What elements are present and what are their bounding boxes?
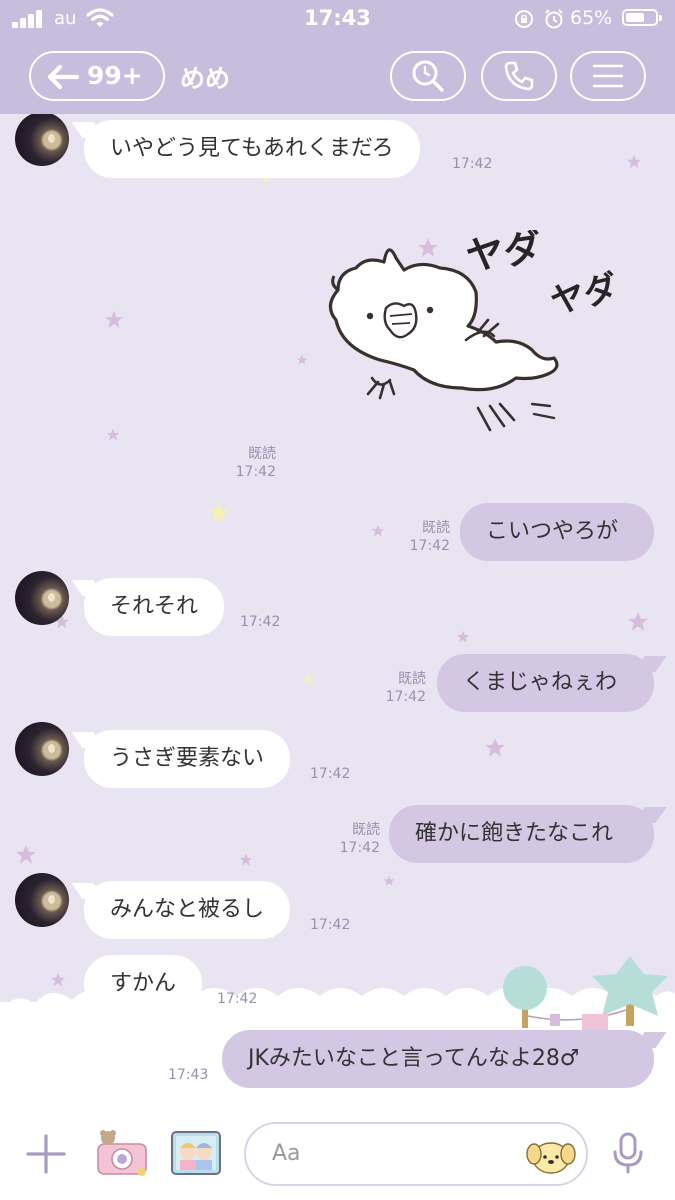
- message-text: 確かに飽きたなこれ: [415, 821, 614, 846]
- status-bar: au 17:43 65%: [0, 0, 675, 38]
- incoming-message[interactable]: すかん: [84, 955, 203, 1013]
- microphone-icon[interactable]: [612, 1132, 644, 1174]
- message-text: こいつやろが: [486, 519, 619, 544]
- message-text: くまじゃねぇわ: [463, 670, 618, 695]
- message-time: 17:42: [217, 991, 258, 1007]
- message-meta: 既読 17:42: [318, 821, 380, 857]
- plus-icon[interactable]: [26, 1134, 66, 1174]
- search-button[interactable]: [390, 51, 466, 101]
- contact-avatar[interactable]: [15, 722, 69, 776]
- battery-percent: 65%: [570, 7, 613, 29]
- chat-title: めめ: [180, 64, 231, 93]
- message-time: 17:42: [385, 689, 426, 705]
- sticker-message[interactable]: ヤダ ヤダ: [318, 230, 638, 470]
- message-time: 17:42: [409, 538, 450, 554]
- white-creature-sticker: [328, 248, 559, 432]
- message-time: 17:42: [310, 766, 351, 782]
- message-text: すかん: [110, 971, 177, 996]
- message-time: 17:42: [310, 917, 351, 933]
- menu-button[interactable]: [570, 51, 646, 101]
- message-text: うさぎ要素ない: [110, 746, 265, 771]
- camera-icon[interactable]: [94, 1128, 150, 1178]
- message-time: 17:42: [339, 840, 380, 856]
- message-text: いやどう見てもあれくまだろ: [110, 136, 394, 161]
- unread-count: 99+: [87, 61, 143, 90]
- battery-icon: [622, 9, 662, 26]
- message-meta: 既読 17:42: [388, 519, 450, 555]
- outgoing-message[interactable]: くまじゃねぇわ: [437, 654, 654, 712]
- input-bar: Aa: [0, 1100, 675, 1200]
- contact-avatar[interactable]: [15, 873, 69, 927]
- message-input[interactable]: Aa: [244, 1122, 588, 1186]
- search-icon: [412, 60, 444, 92]
- outgoing-message[interactable]: こいつやろが: [460, 503, 654, 561]
- alarm-icon: [545, 9, 563, 29]
- incoming-message[interactable]: うさぎ要素ない: [84, 730, 291, 788]
- contact-avatar[interactable]: [15, 114, 69, 166]
- incoming-message[interactable]: いやどう見てもあれくまだろ: [84, 120, 420, 178]
- message-text: JKみたいなこと言ってんなよ28♂: [248, 1046, 580, 1071]
- orientation-lock-icon: [515, 10, 533, 28]
- outgoing-message[interactable]: 確かに飽きたなこれ: [389, 805, 654, 863]
- chat-area[interactable]: いやどう見てもあれくまだろ 17:42 ヤダ ヤダ 既読 17:42 こいつやろ…: [0, 114, 675, 1100]
- contact-avatar[interactable]: [15, 571, 69, 625]
- message-time: 17:42: [240, 614, 281, 630]
- call-button[interactable]: [481, 51, 557, 101]
- menu-icon: [593, 64, 623, 88]
- phone-icon: [504, 61, 534, 91]
- read-receipt: 既読: [248, 446, 276, 462]
- read-receipt: 既読: [398, 671, 426, 687]
- back-button[interactable]: 99+: [29, 51, 165, 101]
- outgoing-message[interactable]: JKみたいなこと言ってんなよ28♂: [222, 1030, 654, 1088]
- read-receipt: 既読: [352, 822, 380, 838]
- photo-icon[interactable]: [170, 1130, 222, 1176]
- message-time: 17:42: [452, 156, 493, 172]
- sticker-text: ヤダ: [547, 267, 623, 322]
- sticker-text: ヤダ: [463, 230, 544, 279]
- tree-decoration: [503, 956, 668, 1030]
- read-receipt: 既読: [422, 520, 450, 536]
- message-meta: 既読 17:42: [364, 670, 426, 706]
- message-text: みんなと被るし: [110, 897, 265, 922]
- back-arrow-icon: [47, 64, 79, 90]
- incoming-message[interactable]: みんなと被るし: [84, 881, 291, 939]
- message-input-placeholder: Aa: [272, 1141, 301, 1166]
- emoji-icon[interactable]: [526, 1132, 576, 1178]
- message-time: 17:42: [235, 464, 276, 480]
- incoming-message[interactable]: それそれ: [84, 578, 225, 636]
- message-time: 17:43: [168, 1067, 209, 1083]
- message-text: それそれ: [110, 594, 199, 619]
- message-meta: 既読 17:42: [214, 445, 276, 481]
- chat-header: 99+ めめ: [0, 38, 675, 114]
